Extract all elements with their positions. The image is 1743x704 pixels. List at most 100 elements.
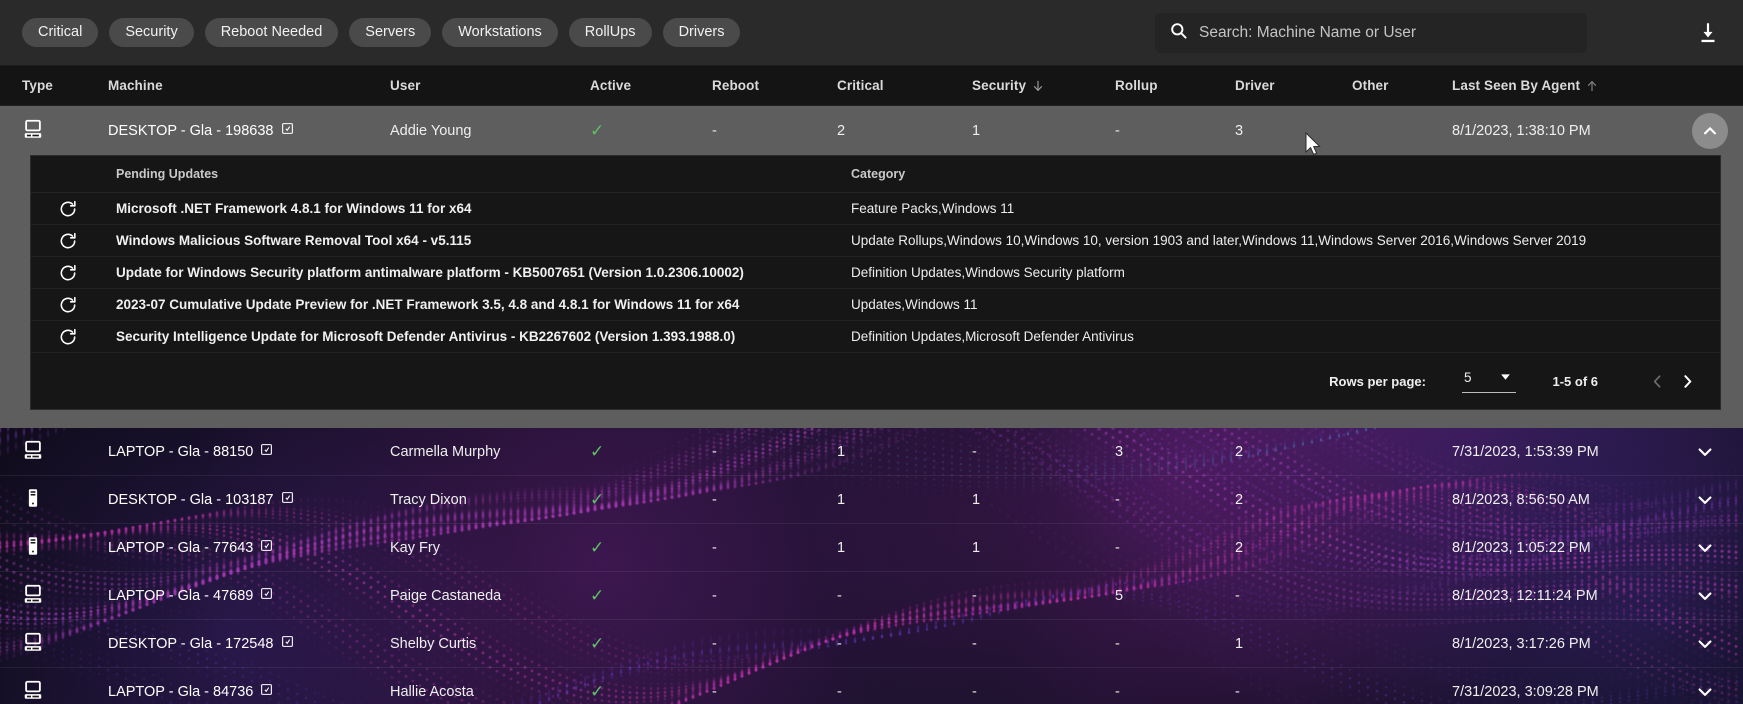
column-header-reboot[interactable]: Reboot [712,78,837,93]
security-count-cell: - [972,635,977,652]
open-external-icon[interactable] [260,539,273,556]
column-label: Reboot [712,78,760,93]
machine-link[interactable]: LAPTOP - Gla - 47689 [108,587,273,604]
machine-link[interactable]: LAPTOP - Gla - 84736 [108,683,273,700]
next-page-button[interactable] [1672,366,1702,396]
caret-down-icon [1499,370,1512,386]
machine-name-cell[interactable]: LAPTOP - Gla - 84736 [108,683,390,700]
security-count-cell: - [972,683,977,700]
machine-link[interactable]: LAPTOP - Gla - 88150 [108,443,273,460]
pending-update-row[interactable]: Windows Malicious Software Removal Tool … [31,225,1720,257]
machine-name-cell[interactable]: DESKTOP - Gla - 198638 [108,122,390,139]
machine-name-cell[interactable]: LAPTOP - Gla - 77643 [108,539,390,556]
update-category: Updates,Windows 11 [851,297,978,312]
table-row[interactable]: DESKTOP - Gla - 198638 Addie Young ✓ - 2 1 - 3… [0,106,1743,155]
user-name-cell: Paige Castaneda [390,587,502,604]
open-external-icon[interactable] [281,122,294,139]
machine-type-icon [0,535,108,561]
filter-chip-drivers[interactable]: Drivers [662,17,741,48]
previous-page-button[interactable] [1642,366,1672,396]
pending-update-row[interactable]: Update for Windows Security platform ant… [31,257,1720,289]
page-range-text: 1-5 of 6 [1552,373,1598,389]
filter-chip-servers[interactable]: Servers [349,17,432,48]
table-row[interactable]: LAPTOP - Gla - 47689 Paige Castaneda ✓ - - -… [0,572,1743,620]
last-seen-cell: 7/31/2023, 3:09:28 PM [1452,683,1599,700]
pending-update-row[interactable]: Security Intelligence Update for Microso… [31,321,1720,353]
open-external-icon[interactable] [281,635,294,652]
pending-update-row[interactable]: 2023-07 Cumulative Update Preview for .N… [31,289,1720,321]
last-seen-cell: 8/1/2023, 1:05:22 PM [1452,539,1591,556]
machine-link[interactable]: DESKTOP - Gla - 172548 [108,635,294,652]
column-header-machine[interactable]: Machine [108,78,390,93]
server-tower-icon [28,536,38,555]
search-input[interactable] [1199,24,1573,42]
open-external-icon[interactable] [260,587,273,604]
machine-link[interactable]: DESKTOP - Gla - 103187 [108,491,294,508]
table-row[interactable]: LAPTOP - Gla - 84736 Hallie Acosta ✓ - - - - -… [0,668,1743,704]
update-category: Definition Updates,Windows Security plat… [851,265,1125,280]
machine-link[interactable]: LAPTOP - Gla - 77643 [108,539,273,556]
expand-row-button[interactable] [1695,538,1715,558]
filter-chip-workstations[interactable]: Workstations [442,17,558,48]
table-row[interactable]: DESKTOP - Gla - 103187 Tracy Dixon ✓ - 1 1 - 2… [0,476,1743,524]
machine-link[interactable]: DESKTOP - Gla - 198638 [108,122,294,139]
caret-down-icon [1501,373,1511,380]
update-name: Security Intelligence Update for Microso… [116,329,736,344]
reboot-count-cell: - [712,539,717,556]
column-header-critical[interactable]: Critical [837,78,972,93]
critical-count-cell: 1 [837,443,846,460]
pending-updates-card: Pending Updates Category Microsoft .NET … [30,155,1721,410]
rollup-count-cell: 3 [1115,443,1124,460]
update-refresh-icon [31,199,116,219]
table-row[interactable]: LAPTOP - Gla - 77643 Kay Fry ✓ - 1 1 - 2 8/1/20… [0,524,1743,572]
expand-row-button[interactable] [1695,490,1715,510]
column-header-active[interactable]: Active [590,78,712,93]
table-row[interactable]: DESKTOP - Gla - 172548 Shelby Curtis ✓ - - -… [0,620,1743,668]
column-header-type[interactable]: Type [0,78,108,93]
filter-chip-critical[interactable]: Critical [22,17,99,48]
machine-name-cell[interactable]: DESKTOP - Gla - 172548 [108,635,390,652]
rollup-count-cell: 5 [1115,587,1124,604]
filter-chip-security[interactable]: Security [109,17,194,48]
expand-row-button[interactable] [1695,682,1715,702]
critical-count-cell: 1 [837,491,846,508]
update-name: Update for Windows Security platform ant… [116,265,744,280]
expand-row-button[interactable] [1695,442,1715,462]
column-label: Critical [837,78,884,93]
collapse-row-button[interactable] [1692,112,1728,149]
pending-update-row[interactable]: Microsoft .NET Framework 4.8.1 for Windo… [31,193,1720,225]
critical-count-cell: - [837,683,842,700]
rollup-count-cell: - [1115,122,1120,139]
update-refresh-icon [31,327,116,347]
row-expander-cell [1692,586,1743,606]
patch-dashboard-page: Critical Security Reboot Needed Servers Work… [0,0,1743,704]
chevron-down-icon [1698,687,1712,696]
driver-count-cell: - [1235,683,1240,700]
filter-chip-rollups[interactable]: RollUps [568,17,652,48]
column-header-rollup[interactable]: Rollup [1115,78,1235,93]
column-header-other[interactable]: Other [1352,78,1452,93]
open-external-icon [281,492,293,503]
expand-row-button[interactable] [1695,634,1715,654]
table-row[interactable]: LAPTOP - Gla - 88150 Carmella Murphy ✓ - 1 -… [0,428,1743,476]
open-external-icon[interactable] [260,443,273,460]
open-external-icon[interactable] [260,683,273,700]
driver-count-cell: - [1235,587,1240,604]
expand-row-button[interactable] [1695,586,1715,606]
open-external-icon[interactable] [281,491,294,508]
column-header-user[interactable]: User [390,78,590,93]
machine-name-cell[interactable]: LAPTOP - Gla - 88150 [108,443,390,460]
column-header-driver[interactable]: Driver [1235,78,1352,93]
rows-per-page-select[interactable]: 5 [1461,370,1517,393]
column-header-security[interactable]: Security [972,78,1115,93]
download-icon[interactable] [1695,20,1721,46]
rollup-count-cell: - [1115,491,1120,508]
machine-name-cell[interactable]: DESKTOP - Gla - 103187 [108,491,390,508]
filter-chip-reboot-needed[interactable]: Reboot Needed [204,17,339,48]
machine-name-text: DESKTOP - Gla - 103187 [108,491,274,508]
search-box[interactable] [1155,13,1587,53]
column-header-last-seen[interactable]: Last Seen By Agent [1452,78,1692,93]
machine-name-cell[interactable]: LAPTOP - Gla - 47689 [108,587,390,604]
pending-updates-label: Pending Updates [116,167,219,181]
reboot-count-cell: - [712,122,717,139]
